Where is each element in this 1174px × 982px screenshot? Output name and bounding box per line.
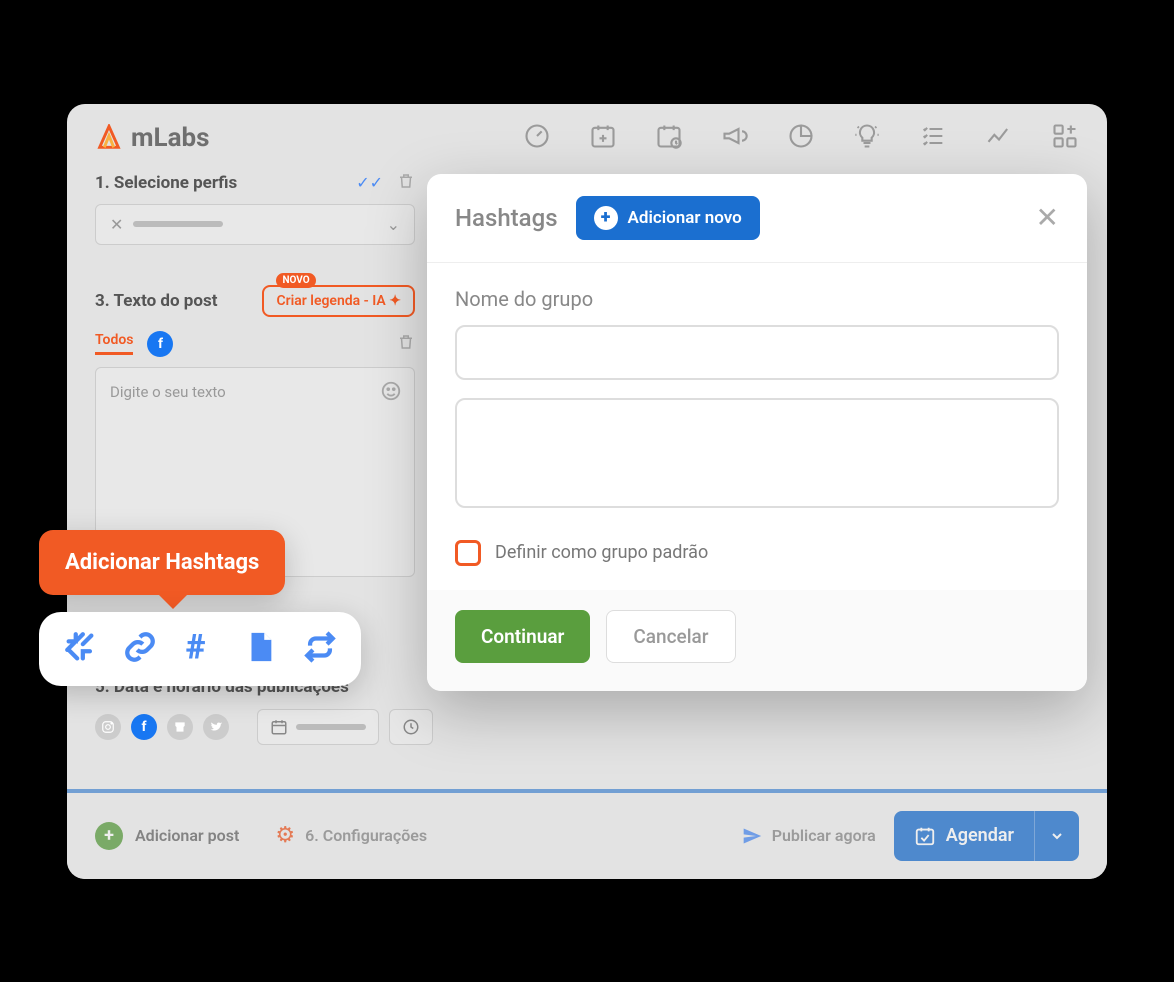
megaphone-icon[interactable]	[721, 122, 749, 154]
facebook-icon[interactable]: f	[131, 714, 157, 740]
gmb-icon[interactable]	[167, 714, 193, 740]
default-group-checkbox-row[interactable]: Definir como grupo padrão	[455, 540, 1059, 566]
pie-icon[interactable]	[787, 122, 815, 154]
add-new-button[interactable]: + Adicionar novo	[576, 196, 760, 240]
emoji-icon[interactable]	[380, 380, 402, 406]
topnav	[267, 122, 1079, 154]
clock-icon	[402, 718, 420, 736]
calendar-check-icon	[914, 825, 936, 847]
select-all-icon[interactable]: ✓✓	[356, 173, 383, 192]
calendar-plus-icon[interactable]	[589, 122, 617, 154]
send-icon	[742, 826, 762, 846]
novo-badge: NOVO	[276, 273, 315, 288]
textarea-placeholder: Digite o seu texto	[110, 383, 226, 401]
logo[interactable]: mLabs	[95, 123, 209, 153]
divider	[67, 789, 1107, 793]
trash-icon[interactable]	[397, 172, 415, 194]
checkbox[interactable]	[455, 540, 481, 566]
shrink-icon[interactable]	[63, 630, 97, 668]
topbar: mLabs	[67, 104, 1107, 172]
tab-facebook[interactable]: f	[147, 331, 173, 357]
hashtags-textarea[interactable]	[455, 398, 1059, 508]
repost-icon[interactable]	[303, 630, 337, 668]
cancel-button[interactable]: Cancelar	[606, 610, 735, 663]
logo-text: mLabs	[131, 123, 209, 153]
footer: + Adicionar post ⚙ 6. Configurações Publ…	[67, 793, 1107, 879]
clear-icon[interactable]: ✕	[110, 215, 123, 234]
gauge-icon[interactable]	[523, 122, 551, 154]
social-row: f	[95, 709, 1079, 745]
editor-toolbar: #	[39, 612, 361, 686]
gear-icon: ⚙	[275, 823, 295, 848]
time-picker[interactable]	[389, 709, 433, 745]
modal-header: Hashtags + Adicionar novo ✕	[427, 174, 1087, 263]
bulb-icon[interactable]	[853, 122, 881, 154]
group-name-input[interactable]	[455, 325, 1059, 380]
plus-icon: +	[95, 822, 123, 850]
checkbox-label: Definir como grupo padrão	[495, 542, 708, 563]
section1-title: 1. Selecione perfis	[95, 173, 237, 193]
profile-select[interactable]: ✕ ⌄	[95, 204, 415, 245]
sparkle-icon: ✦	[389, 293, 401, 309]
agendar-dropdown[interactable]	[1034, 811, 1079, 861]
tooltip-adicionar-hashtags: Adicionar Hashtags	[39, 530, 285, 595]
calendar-clock-icon[interactable]	[655, 122, 683, 154]
hashtag-icon[interactable]: #	[183, 630, 217, 668]
continue-button[interactable]: Continuar	[455, 610, 590, 663]
text-tabs: Todos f	[95, 331, 415, 357]
date-picker[interactable]	[257, 709, 379, 745]
analytics-icon[interactable]	[985, 122, 1013, 154]
tab-todos[interactable]: Todos	[95, 332, 133, 355]
group-name-label: Nome do grupo	[455, 287, 1059, 311]
link-icon[interactable]	[123, 630, 157, 668]
agendar-button[interactable]: Agendar	[894, 811, 1079, 861]
config-link[interactable]: ⚙ 6. Configurações	[275, 823, 427, 848]
modal-footer: Continuar Cancelar	[427, 590, 1087, 691]
criar-legenda-button[interactable]: NOVO Criar legenda - IA ✦	[262, 285, 415, 317]
file-icon[interactable]	[243, 630, 277, 668]
plus-circle-icon: +	[594, 206, 618, 230]
app-window: mLabs 1. Selecione perfis ✓✓ ✕ ⌄	[67, 104, 1107, 879]
chevron-down-icon	[1049, 828, 1065, 844]
logo-icon	[95, 124, 123, 152]
checklist-icon[interactable]	[919, 122, 947, 154]
svg-text:#: #	[186, 630, 206, 664]
modal-body: Nome do grupo Definir como grupo padrão	[427, 263, 1087, 590]
calendar-icon	[270, 718, 288, 736]
instagram-icon[interactable]	[95, 714, 121, 740]
close-icon[interactable]: ✕	[1036, 201, 1059, 234]
publish-now-button[interactable]: Publicar agora	[742, 826, 876, 846]
section3-title: 3. Texto do post	[95, 291, 217, 311]
chevron-down-icon[interactable]: ⌄	[387, 215, 400, 234]
placeholder-bar	[133, 221, 223, 227]
apps-icon[interactable]	[1051, 122, 1079, 154]
twitter-icon[interactable]	[203, 714, 229, 740]
section1-header: 1. Selecione perfis ✓✓	[95, 172, 415, 194]
add-post-button[interactable]: + Adicionar post	[95, 822, 239, 850]
trash-icon-2[interactable]	[397, 333, 415, 355]
modal-title: Hashtags	[455, 204, 558, 232]
hashtags-modal: Hashtags + Adicionar novo ✕ Nome do grup…	[427, 174, 1087, 691]
